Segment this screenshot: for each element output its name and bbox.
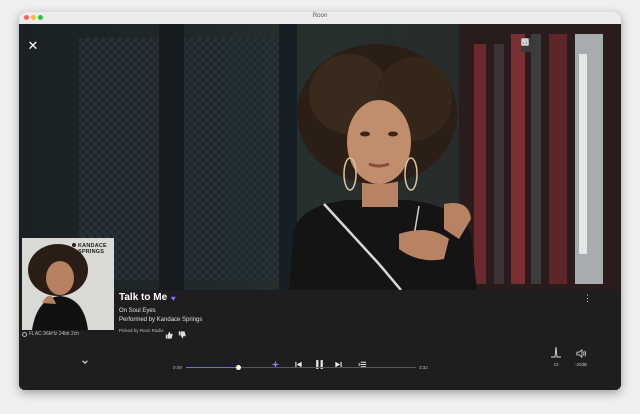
window-title: Roon [312, 13, 328, 19]
volume-icon[interactable] [576, 346, 587, 359]
settings-icon[interactable] [522, 38, 615, 52]
heart-icon[interactable]: ♥ [171, 294, 176, 303]
thumbs-up-icon[interactable] [165, 326, 173, 339]
queue-icon[interactable] [356, 358, 368, 370]
audio-format[interactable]: FLAC 96kHz 24bit 2ch [22, 331, 79, 337]
app-window: Roon ✕ [19, 12, 621, 390]
picked-by-label: Picked by Roon Radio [119, 328, 164, 333]
cloud-icon[interactable] [521, 38, 583, 52]
album-icon[interactable] [521, 38, 551, 52]
dsp-value: 23 [553, 362, 559, 367]
performer-credit[interactable]: Performed by Kandace Springs [119, 317, 202, 323]
dsp-icon[interactable] [550, 345, 562, 358]
now-playing-toolbar [521, 38, 615, 52]
close-icon[interactable]: ✕ [26, 39, 40, 53]
more-options-icon[interactable]: ⋮ [583, 294, 592, 303]
album-cover[interactable]: KANDACE SPRINGS [22, 238, 114, 330]
cover-text: KANDACE SPRINGS [78, 243, 107, 255]
thumbs-down-icon[interactable] [178, 326, 186, 339]
total-time: 3:32 [419, 365, 428, 370]
pause-icon[interactable] [312, 357, 326, 371]
elapsed-time: 0:49 [173, 365, 182, 370]
previous-track-icon[interactable] [292, 358, 304, 370]
document-icon[interactable] [522, 38, 599, 52]
next-track-icon[interactable] [332, 358, 344, 370]
signal-path-icon [22, 331, 27, 337]
volume-value: -20dB [574, 362, 587, 367]
radio-sparkle-icon[interactable] [269, 358, 281, 370]
track-title[interactable]: Talk to Me [119, 292, 167, 303]
lyrics-icon[interactable] [521, 38, 567, 52]
format-label: FLAC 96kHz 24bit 2ch [29, 331, 80, 337]
album-name[interactable]: On Soul Eyes [119, 308, 156, 314]
chevron-down-icon[interactable] [81, 353, 89, 364]
